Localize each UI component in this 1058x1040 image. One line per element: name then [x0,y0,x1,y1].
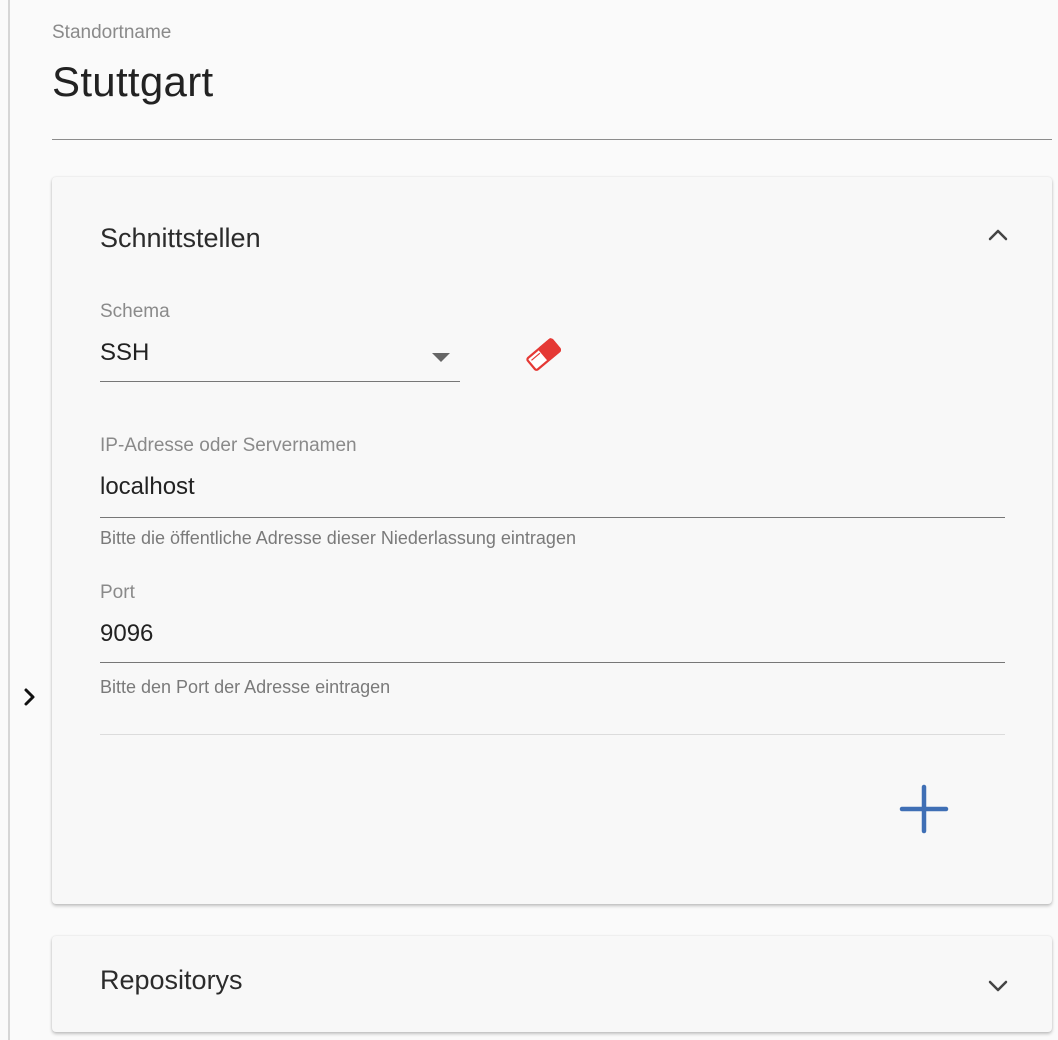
site-name-underline [52,139,1052,140]
schema-select[interactable]: Schema SSH [100,297,460,387]
chevron-up-icon[interactable] [984,221,1012,249]
plus-icon[interactable] [892,777,956,841]
caret-down-icon[interactable] [432,353,450,362]
address-hint: Bitte die öffentliche Adresse dieser Nie… [100,528,576,548]
eraser-icon[interactable] [522,333,566,377]
address-underline [100,517,1005,518]
chevron-right-icon[interactable] [18,684,42,710]
port-underline [100,662,1005,663]
site-name-label: Standortname [52,22,172,43]
schema-label: Schema [100,301,170,322]
chevron-down-icon[interactable] [984,972,1012,1000]
port-input[interactable]: 9096 [100,620,153,648]
section-divider [100,734,1005,735]
address-input[interactable]: localhost [100,473,195,501]
schema-underline [100,381,460,382]
site-name-input[interactable]: Stuttgart [52,58,213,106]
address-label: IP-Adresse oder Servernamen [100,435,357,456]
left-rail-divider [8,0,10,1040]
schema-value: SSH [100,339,150,366]
repositories-panel[interactable]: Repositorys [52,936,1052,1032]
interfaces-panel-title[interactable]: Schnittstellen [100,223,261,254]
page: Standortname Stuttgart Schnittstellen Sc… [0,0,1058,1040]
port-label: Port [100,582,135,603]
port-hint: Bitte den Port der Adresse eintragen [100,677,391,697]
interfaces-panel: Schnittstellen Schema SSH IP-Adresse ode… [52,177,1052,904]
repositories-panel-title[interactable]: Repositorys [100,965,243,996]
